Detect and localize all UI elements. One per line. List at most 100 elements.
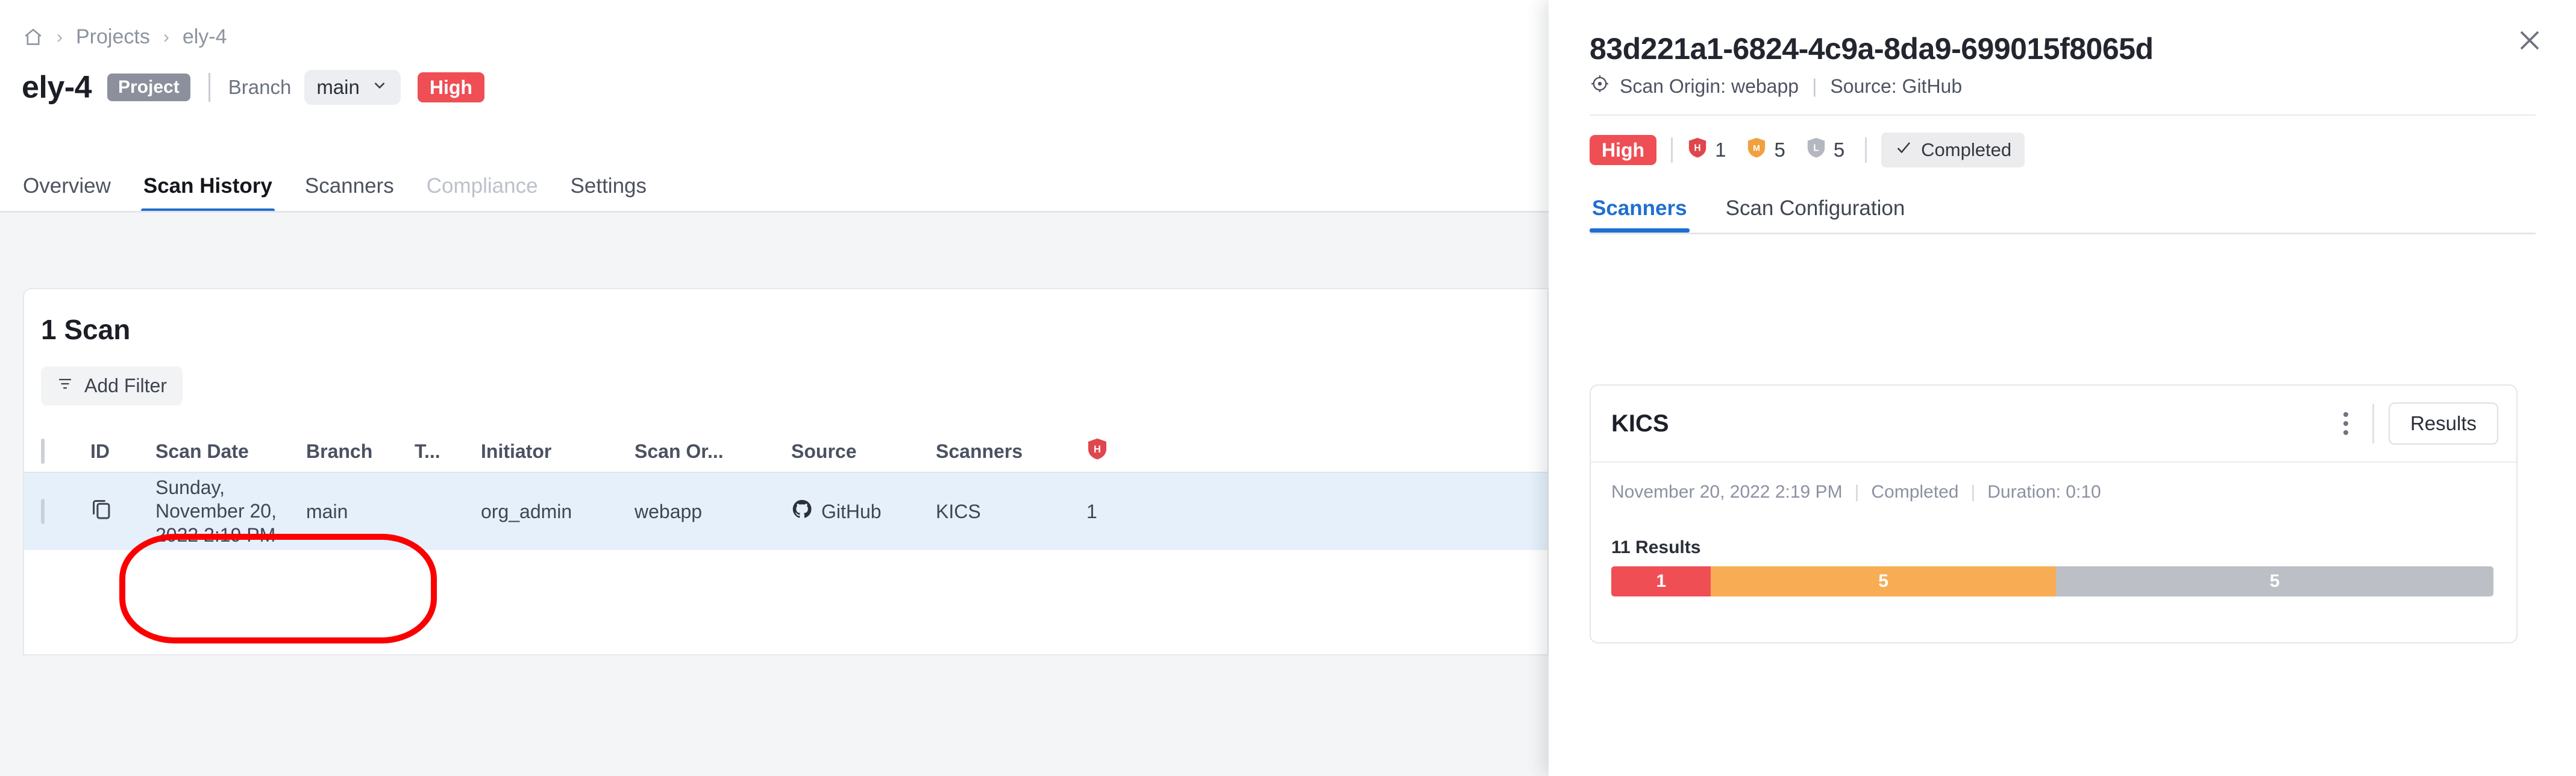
drawer-tabs-divider [1590,233,2536,234]
drawer-tab-scanners[interactable]: Scanners [1590,196,1690,233]
row-checkbox[interactable] [41,498,45,524]
results-button[interactable]: Results [2388,402,2498,445]
project-severity-badge: High [417,72,484,102]
home-icon[interactable] [23,27,43,48]
copy-icon[interactable] [90,500,113,526]
column-header-initiator[interactable]: Initiator [481,440,635,463]
breadcrumb-item-project[interactable]: ely-4 [183,25,227,49]
scanner-card-duration: Duration: 0:10 [1987,482,2101,502]
chevron-down-icon [371,76,389,99]
row-scan-origin: webapp [635,500,703,522]
row-high-count: 1 [1086,500,1097,522]
severity-count-high-value: 1 [1715,139,1726,161]
filter-icon [57,375,74,397]
scan-count-title: 1 Scan [41,314,131,345]
shield-low-icon: L [1806,136,1826,164]
severity-distribution-bar: 1 5 5 [1611,566,2493,596]
drawer-origin-pipe: | [1812,75,1817,97]
severity-count-low: L 5 [1806,136,1844,164]
scanner-card-header-divider [2372,404,2374,443]
row-id-copy-cell[interactable] [90,496,155,527]
severity-count-medium-value: 5 [1774,139,1785,161]
tabs-divider [0,211,1549,213]
table-row[interactable]: Sunday, November 20, 2022 2:19 PM main o… [24,472,1547,550]
row-branch: main [306,500,348,522]
status-badge: Completed [1881,133,2025,167]
severity-divider-right [1865,137,1867,163]
shield-medium-icon: M [1746,136,1767,164]
scanner-card-header: KICS Results [1591,386,2516,463]
svg-text:L: L [1813,143,1819,154]
breadcrumb-separator-2: › [163,27,169,47]
column-header-branch[interactable]: Branch [306,440,415,463]
branch-dropdown-value: main [316,76,360,98]
tab-overview[interactable]: Overview [20,174,113,213]
shield-high-icon: H [1687,136,1708,164]
svg-text:H: H [1094,444,1101,455]
drawer-tabs: Scanners Scan Configuration [1590,187,1907,233]
severity-count-low-value: 5 [1833,139,1845,161]
scanner-meta-pipe-2: | [1970,482,1976,502]
kebab-menu-icon[interactable] [2334,406,2358,441]
tab-settings[interactable]: Settings [568,174,649,213]
shield-high-icon: H [1086,438,1108,465]
column-header-scan-date[interactable]: Scan Date [155,440,306,463]
column-header-severity[interactable]: H [1086,437,1159,466]
svg-text:H: H [1694,143,1700,154]
page-title-row: ely-4 Project Branch main High [22,66,484,108]
scanner-card-date: November 20, 2022 2:19 PM [1611,482,1843,502]
branch-dropdown[interactable]: main [304,70,401,105]
github-icon [791,498,813,525]
scanner-card-status: Completed [1871,482,1959,502]
scanner-card: KICS Results November 20, 2022 2:19 PM |… [1590,384,2518,643]
row-scan-date: Sunday, November 20, 2022 2:19 PM [155,477,277,546]
column-header-id[interactable]: ID [90,440,155,463]
close-icon[interactable] [2510,20,2549,60]
status-badge-label: Completed [1921,139,2012,160]
column-header-scan-origin[interactable]: Scan Or... [635,440,791,463]
target-icon [1590,74,1610,99]
bar-segment-high[interactable]: 1 [1611,566,1711,596]
branch-label: Branch [228,76,292,98]
row-checkbox-cell [24,498,90,524]
severity-divider-left [1671,137,1673,163]
row-source: GitHub [791,498,936,525]
drawer-tab-scan-configuration[interactable]: Scan Configuration [1723,196,1908,233]
scanner-results-count: 11 Results [1611,537,1701,557]
severity-count-medium: M 5 [1746,136,1785,164]
scanner-card-meta: November 20, 2022 2:19 PM | Completed | … [1611,482,2101,502]
drawer-origin-line: Scan Origin: webapp | Source: GitHub [1590,74,1962,99]
main-tabs: Overview Scan History Scanners Complianc… [20,166,649,213]
tab-compliance: Compliance [426,174,538,198]
column-header-source[interactable]: Source [791,440,936,463]
select-all-checkbox[interactable] [41,438,45,464]
add-filter-button[interactable]: Add Filter [41,366,183,405]
drawer-title: 83d221a1-6824-4c9a-8da9-699015f8065d [1590,32,2154,66]
app-screenshot: › Projects › ely-4 ely-4 Project Branch … [0,0,2576,776]
severity-count-high: H 1 [1687,136,1726,164]
row-source-label: GitHub [821,500,882,522]
bar-segment-low[interactable]: 5 [2055,566,2493,596]
tab-scan-history[interactable]: Scan History [140,174,275,213]
check-icon [1894,139,1913,161]
drawer-severity-row: High H 1 M 5 L 5 Completed [1590,131,2025,169]
breadcrumb-item-projects[interactable]: Projects [76,25,150,49]
scan-details-drawer: 83d221a1-6824-4c9a-8da9-699015f8065d Sca… [1549,0,2576,776]
table-header-row: ID Scan Date Branch T... Initiator Scan … [24,431,1547,472]
title-divider [208,73,210,102]
row-scanners: KICS [936,500,981,522]
scanner-meta-pipe-1: | [1854,482,1860,502]
drawer-source: Source: GitHub [1830,75,1963,97]
scan-list-card: 1 Scan Add Filter ID Scan Date Branch T.… [23,288,1549,656]
bar-segment-medium[interactable]: 5 [1711,566,2056,596]
svg-text:M: M [1753,144,1761,154]
column-header-type[interactable]: T... [415,440,481,463]
main-content-area: › Projects › ely-4 ely-4 Project Branch … [0,0,1549,776]
tab-scanners[interactable]: Scanners [302,174,396,213]
project-type-chip: Project [107,74,190,101]
scanner-name: KICS [1611,410,1669,437]
drawer-scan-origin: Scan Origin: webapp [1620,75,1799,97]
add-filter-label: Add Filter [84,375,167,396]
column-header-scanners[interactable]: Scanners [936,440,1086,463]
breadcrumb: › Projects › ely-4 [23,25,227,49]
